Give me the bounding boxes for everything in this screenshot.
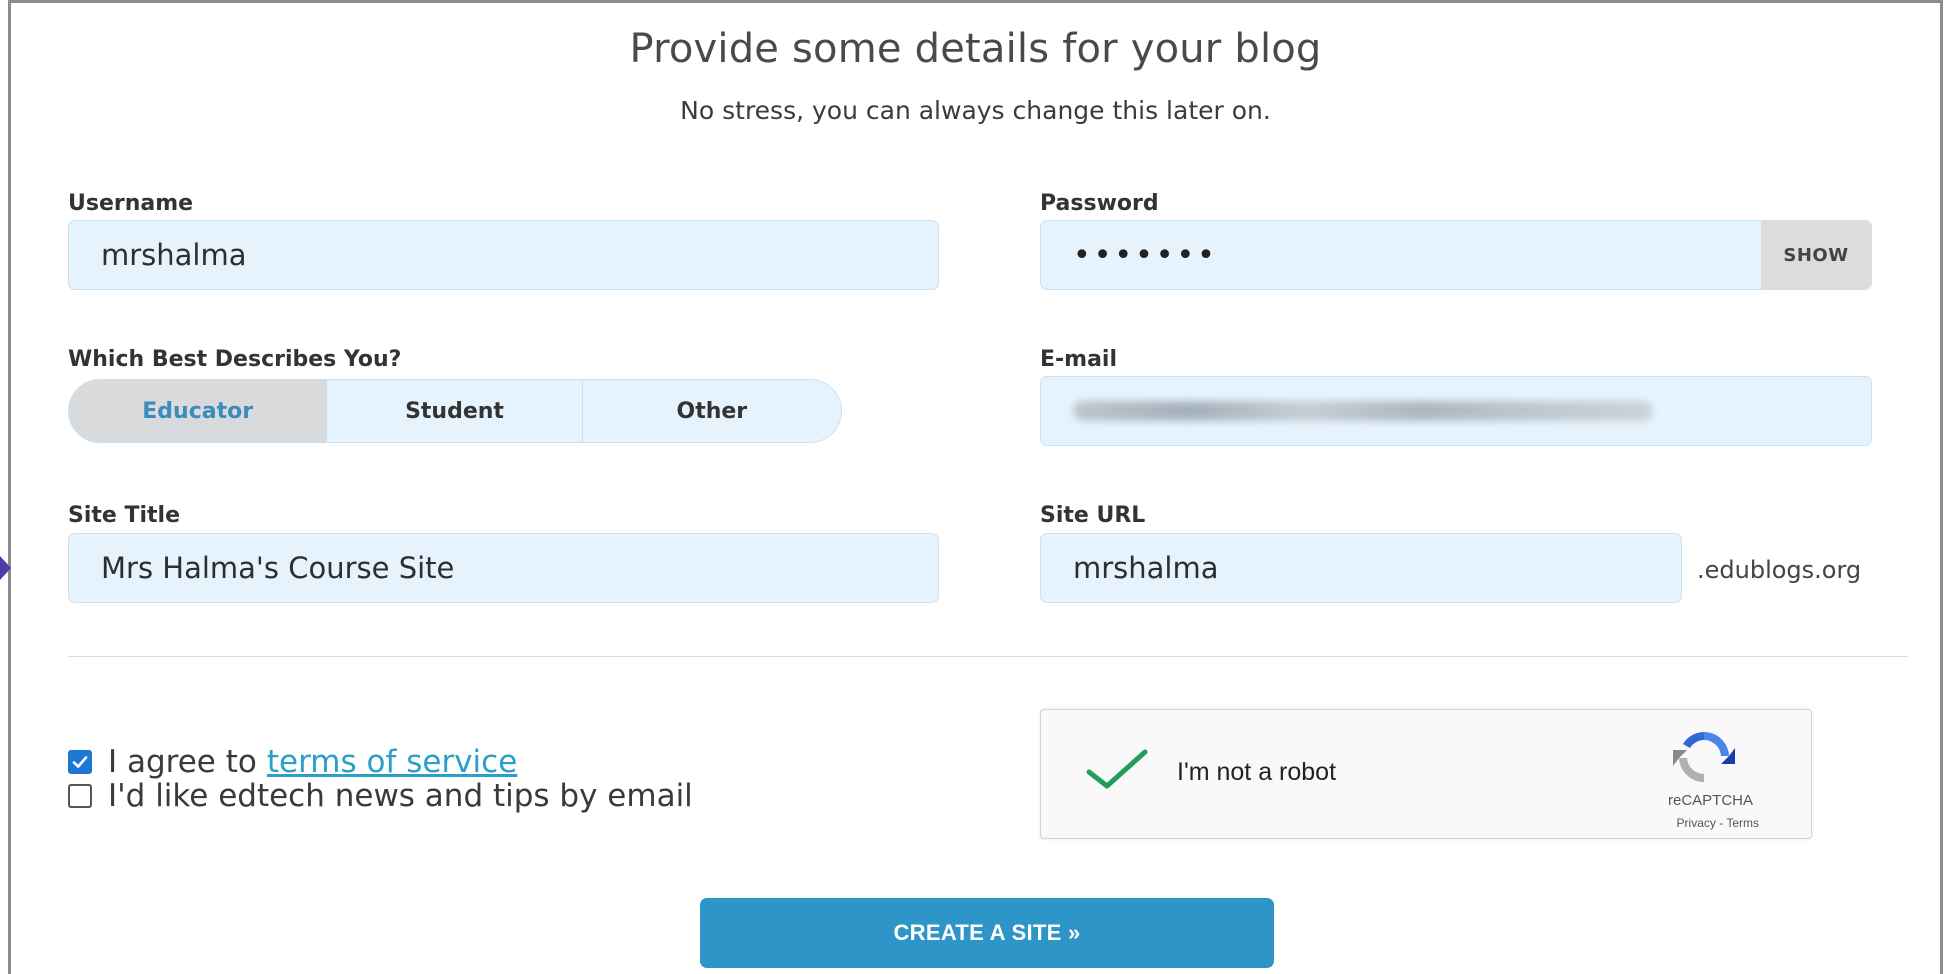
- role-selector: Educator Student Other: [68, 379, 842, 443]
- email-input[interactable]: [1040, 376, 1872, 446]
- role-label: Which Best Describes You?: [68, 347, 402, 372]
- terms-agreement-row: I agree to terms of service: [68, 744, 517, 780]
- recaptcha-privacy-terms[interactable]: Privacy - Terms: [1041, 816, 1759, 830]
- news-checkbox[interactable]: [68, 784, 92, 808]
- email-redacted-value: [1073, 401, 1653, 421]
- role-option-other[interactable]: Other: [581, 380, 841, 442]
- site-title-input[interactable]: Mrs Halma's Course Site: [68, 533, 939, 603]
- recaptcha-logo-icon: [1673, 732, 1735, 782]
- site-url-input[interactable]: mrshalma: [1040, 533, 1682, 603]
- page-title: Provide some details for your blog: [629, 26, 1322, 72]
- password-input[interactable]: ••••••• SHOW: [1040, 220, 1872, 290]
- recaptcha-widget: I'm not a robot reCAPTCHA Privacy - Term…: [1040, 709, 1812, 839]
- terms-prefix-text: I agree to: [108, 744, 257, 780]
- password-label: Password: [1040, 191, 1159, 216]
- green-check-icon[interactable]: [1085, 746, 1149, 794]
- news-opt-in-label: I'd like edtech news and tips by email: [108, 778, 693, 814]
- create-site-button[interactable]: CREATE A SITE »: [700, 898, 1274, 968]
- recaptcha-label: I'm not a robot: [1177, 758, 1337, 786]
- terms-of-service-link[interactable]: terms of service: [267, 744, 517, 780]
- site-url-suffix: .edublogs.org: [1697, 556, 1862, 584]
- role-option-student[interactable]: Student: [326, 380, 581, 442]
- username-value: mrshalma: [101, 238, 247, 272]
- site-title-value: Mrs Halma's Course Site: [101, 551, 455, 585]
- show-password-button[interactable]: SHOW: [1761, 221, 1871, 289]
- checkmark-icon: [72, 756, 88, 768]
- terms-checkbox[interactable]: [68, 750, 92, 774]
- page-subtitle: No stress, you can always change this la…: [680, 96, 1271, 125]
- site-title-label: Site Title: [68, 503, 181, 528]
- site-url-label: Site URL: [1040, 503, 1146, 528]
- email-label: E-mail: [1040, 347, 1118, 372]
- site-url-value: mrshalma: [1073, 551, 1219, 585]
- divider: [68, 656, 1908, 657]
- password-masked-value: •••••••: [1073, 237, 1218, 273]
- username-label: Username: [68, 191, 194, 216]
- recaptcha-brand: reCAPTCHA: [1667, 792, 1753, 809]
- news-opt-in-row: I'd like edtech news and tips by email: [68, 778, 693, 814]
- username-input[interactable]: mrshalma: [68, 220, 939, 290]
- role-option-educator[interactable]: Educator: [69, 380, 327, 442]
- arrow-right-icon: [0, 556, 11, 580]
